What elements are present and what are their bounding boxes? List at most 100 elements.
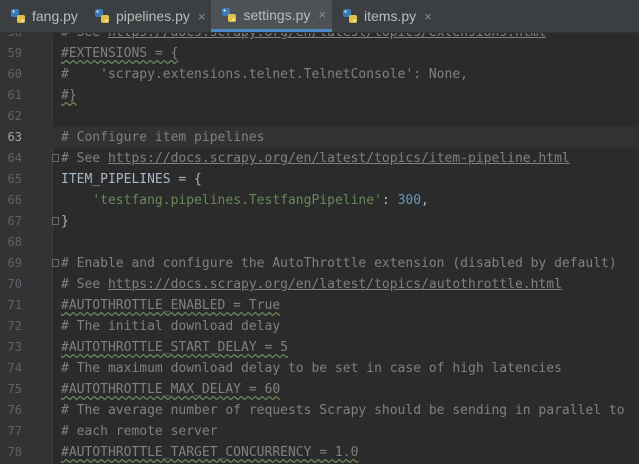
code-token[interactable]: https://docs.scrapy.org/en/latest/topics…	[108, 151, 570, 166]
code-line[interactable]: 62	[0, 106, 639, 127]
line-number: 66	[7, 193, 22, 207]
line-number: 68	[7, 235, 22, 249]
code-text: #AUTOTHROTTLE_MAX_DELAY = 60	[61, 379, 280, 400]
code-text: # each remote server	[61, 421, 218, 442]
fold-marker-icon[interactable]	[52, 154, 59, 162]
code-token: # See	[61, 151, 108, 166]
code-token: #AUTOTHROTTLE_MAX_DELAY = 60	[61, 382, 281, 397]
code-line[interactable]: 69 # Enable and configure the AutoThrottl…	[0, 253, 639, 274]
python-file-icon	[221, 7, 237, 23]
code-line[interactable]: 61 #}	[0, 85, 639, 106]
code-token: ITEM_PIPELINES = {	[61, 172, 202, 187]
code-line[interactable]: 71 #AUTOTHROTTLE_ENABLED = True	[0, 295, 639, 316]
editor-tab-bar: fang.py pipelines.py × settings.py × items.py…	[0, 0, 639, 33]
code-text: #}	[61, 85, 77, 106]
code-token: # See	[61, 277, 108, 292]
code-token: # each remote server	[61, 424, 218, 439]
code-text: ITEM_PIPELINES = {	[61, 169, 202, 190]
fold-marker-icon[interactable]	[52, 259, 59, 267]
code-token: #}	[61, 88, 77, 103]
code-token: }	[61, 214, 69, 229]
tab-items-py[interactable]: items.py ×	[332, 0, 438, 32]
code-text: }	[61, 211, 69, 232]
tab-fang-py[interactable]: fang.py	[0, 0, 84, 32]
code-text: #AUTOTHROTTLE_ENABLED = True	[61, 295, 280, 316]
code-token: #AUTOTHROTTLE_ENABLED = True	[61, 298, 281, 313]
tab-label: items.py	[364, 8, 417, 24]
python-file-icon	[342, 8, 358, 24]
code-token[interactable]: https://docs.scrapy.org/en/latest/topics…	[108, 33, 546, 40]
code-token: #AUTOTHROTTLE_START_DELAY = 5	[61, 340, 288, 355]
code-text: # Configure item pipelines	[61, 127, 265, 148]
line-number: 61	[7, 88, 22, 102]
code-line[interactable]: 77 # each remote server	[0, 421, 639, 442]
line-number: 77	[7, 424, 22, 438]
code-text: # Enable and configure the AutoThrottle …	[61, 253, 617, 274]
code-line[interactable]: 65 ITEM_PIPELINES = {	[0, 169, 639, 190]
code-text: # See https://docs.scrapy.org/en/latest/…	[61, 148, 570, 169]
code-token: 'testfang.pipelines.TestfangPipeline'	[92, 193, 382, 208]
code-token: #AUTOTHROTTLE_TARGET_CONCURRENCY = 1.0	[61, 445, 359, 460]
line-number: 76	[7, 403, 22, 417]
code-line[interactable]: 74 # The maximum download delay to be set…	[0, 358, 639, 379]
line-number: 78	[7, 445, 22, 459]
line-number: 65	[7, 172, 22, 186]
code-text: # See https://docs.scrapy.org/en/latest/…	[61, 274, 562, 295]
code-line[interactable]: 76 # The average number of requests Scrap…	[0, 400, 639, 421]
close-tab-icon[interactable]: ×	[424, 9, 432, 24]
line-number: 69	[7, 256, 22, 270]
line-number: 70	[7, 277, 22, 291]
code-token: # 'scrapy.extensions.telnet.TelnetConsol…	[61, 67, 468, 82]
code-line[interactable]: 66 'testfang.pipelines.TestfangPipeline'…	[0, 190, 639, 211]
code-line[interactable]: 68	[0, 232, 639, 253]
code-token: # The initial download delay	[61, 319, 281, 334]
code-token: # Configure item pipelines	[61, 130, 265, 145]
line-number: 64	[7, 151, 22, 165]
line-number: 58	[0, 33, 22, 43]
code-token[interactable]: https://docs.scrapy.org/en/latest/topics…	[108, 277, 562, 292]
code-text: # See https://docs.scrapy.org/en/latest/…	[61, 33, 546, 43]
line-number: 67	[7, 214, 22, 228]
line-number: 74	[7, 361, 22, 375]
line-number: 72	[7, 319, 22, 333]
code-text: # The initial download delay	[61, 316, 280, 337]
tab-label: fang.py	[32, 8, 78, 24]
line-number: 63	[7, 130, 22, 144]
code-token: # The maximum download delay to be set i…	[61, 361, 562, 376]
code-text: #AUTOTHROTTLE_START_DELAY = 5	[61, 337, 288, 358]
code-text: # The maximum download delay to be set i…	[61, 358, 562, 379]
code-line[interactable]: 58 # See https://docs.scrapy.org/en/lates…	[0, 33, 639, 43]
code-token: :	[381, 193, 398, 208]
code-text: # The average number of requests Scrapy …	[61, 400, 625, 421]
tab-label: pipelines.py	[115, 8, 190, 24]
line-number: 75	[7, 382, 22, 396]
python-file-icon	[10, 8, 26, 24]
tab-settings-py[interactable]: settings.py ×	[211, 0, 332, 32]
code-token: # The average number of requests Scrapy …	[61, 403, 625, 418]
code-line[interactable]: 59 #EXTENSIONS = {	[0, 43, 639, 64]
code-token: 300	[397, 193, 422, 208]
line-number: 60	[7, 67, 22, 81]
line-number: 59	[7, 46, 22, 60]
code-line[interactable]: 67}	[0, 211, 639, 232]
code-text: #AUTOTHROTTLE_TARGET_CONCURRENCY = 1.0	[61, 442, 358, 463]
tab-pipelines-py[interactable]: pipelines.py ×	[84, 0, 212, 32]
close-tab-icon[interactable]: ×	[198, 9, 206, 24]
fold-marker-icon[interactable]	[52, 217, 59, 225]
code-line[interactable]: 78 #AUTOTHROTTLE_TARGET_CONCURRENCY = 1.0	[0, 442, 639, 463]
line-number: 73	[7, 340, 22, 354]
code-line[interactable]: 60 # 'scrapy.extensions.telnet.TelnetCons…	[0, 64, 639, 85]
code-line[interactable]: 75 #AUTOTHROTTLE_MAX_DELAY = 60	[0, 379, 639, 400]
code-line[interactable]: 64 # See https://docs.scrapy.org/en/lates…	[0, 148, 639, 169]
code-line[interactable]: 72 # The initial download delay	[0, 316, 639, 337]
code-line[interactable]: 70 # See https://docs.scrapy.org/en/lates…	[0, 274, 639, 295]
tab-label: settings.py	[243, 6, 311, 23]
code-token: # Enable and configure the AutoThrottle …	[61, 256, 617, 271]
code-text: #EXTENSIONS = {	[61, 43, 178, 64]
close-tab-icon[interactable]: ×	[318, 7, 326, 22]
code-line[interactable]: 63 # Configure item pipelines	[0, 127, 639, 148]
code-editor[interactable]: 58 # See https://docs.scrapy.org/en/lates…	[0, 33, 639, 464]
code-line[interactable]: 73 #AUTOTHROTTLE_START_DELAY = 5	[0, 337, 639, 358]
line-number: 62	[7, 109, 22, 123]
